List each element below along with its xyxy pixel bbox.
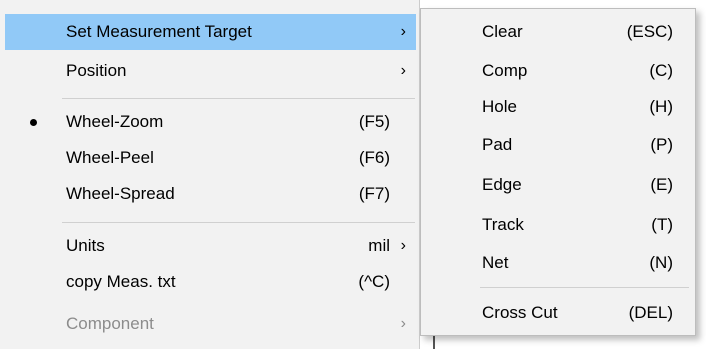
submenu-item-shortcut: (DEL) (628, 302, 673, 322)
submenu-item-shortcut: (E) (650, 174, 673, 194)
submenu-item-shortcut: (P) (650, 134, 673, 154)
bullet-icon (30, 119, 37, 126)
chevron-right-icon: › (400, 23, 406, 40)
chevron-right-icon: › (400, 315, 406, 332)
screen: Set Measurement Target › Position › Whee… (0, 0, 706, 349)
submenu-item-shortcut: (C) (649, 60, 673, 80)
submenu-item-edge[interactable]: Edge (E) (421, 167, 695, 202)
submenu-item-label: Edge (482, 174, 522, 194)
menu-item-label: copy Meas. txt (66, 272, 176, 291)
menu-item-wheel-peel[interactable]: Wheel-Peel (F6) (5, 140, 416, 176)
submenu-item-cross-cut[interactable]: Cross Cut (DEL) (421, 295, 695, 330)
menu-item-label: Position (66, 61, 127, 80)
menu-item-copy-meas-txt[interactable]: copy Meas. txt (^C) (5, 264, 416, 300)
chevron-right-icon: › (400, 62, 406, 79)
menu-item-label: Wheel-Peel (66, 148, 154, 167)
window-border (433, 336, 435, 349)
submenu-item-shortcut: (H) (649, 96, 673, 116)
menu-item-label: Units (66, 236, 105, 255)
submenu-item-shortcut: (T) (651, 214, 673, 234)
context-menu: Set Measurement Target › Position › Whee… (0, 0, 420, 349)
menu-item-set-measurement-target[interactable]: Set Measurement Target › (5, 14, 416, 50)
menu-item-component[interactable]: Component › (5, 306, 416, 342)
menu-item-units[interactable]: Units mil › (5, 228, 416, 264)
menu-separator (62, 98, 415, 99)
menu-item-position[interactable]: Position › (5, 53, 416, 89)
menu-item-wheel-zoom[interactable]: Wheel-Zoom (F5) (5, 104, 416, 140)
submenu-item-shortcut: (N) (649, 252, 673, 272)
submenu-item-label: Net (482, 252, 509, 272)
menu-item-units-value: mil (368, 236, 390, 255)
submenu-item-label: Pad (482, 134, 513, 154)
submenu-item-clear[interactable]: Clear (ESC) (421, 14, 695, 49)
submenu-item-hole[interactable]: Hole (H) (421, 89, 695, 124)
submenu-item-shortcut: (ESC) (626, 21, 673, 41)
submenu-item-net[interactable]: Net (N) (421, 245, 695, 280)
menu-item-label: Wheel-Spread (66, 184, 175, 203)
submenu-item-track[interactable]: Track (T) (421, 207, 695, 242)
submenu-item-label: Cross Cut (482, 302, 558, 322)
submenu-measurement-target: Clear (ESC) Comp (C) Hole (H) Pad (P) Ed… (420, 8, 696, 336)
menu-item-shortcut: (F7) (358, 184, 390, 203)
chevron-right-icon: › (400, 237, 406, 254)
submenu-separator (480, 287, 689, 288)
submenu-item-comp[interactable]: Comp (C) (421, 53, 695, 88)
submenu-item-label: Clear (482, 21, 523, 41)
menu-item-label: Wheel-Zoom (66, 112, 164, 131)
submenu-item-label: Comp (482, 60, 528, 80)
menu-separator (62, 222, 415, 223)
menu-item-shortcut: (^C) (358, 272, 390, 291)
menu-item-label: Component (66, 314, 154, 333)
submenu-item-label: Track (482, 214, 524, 234)
menu-item-shortcut: (F6) (358, 148, 390, 167)
submenu-item-label: Hole (482, 96, 517, 116)
submenu-item-pad[interactable]: Pad (P) (421, 127, 695, 162)
menu-item-shortcut: (F5) (358, 112, 390, 131)
menu-item-label: Set Measurement Target (66, 22, 252, 41)
menu-item-wheel-spread[interactable]: Wheel-Spread (F7) (5, 176, 416, 212)
